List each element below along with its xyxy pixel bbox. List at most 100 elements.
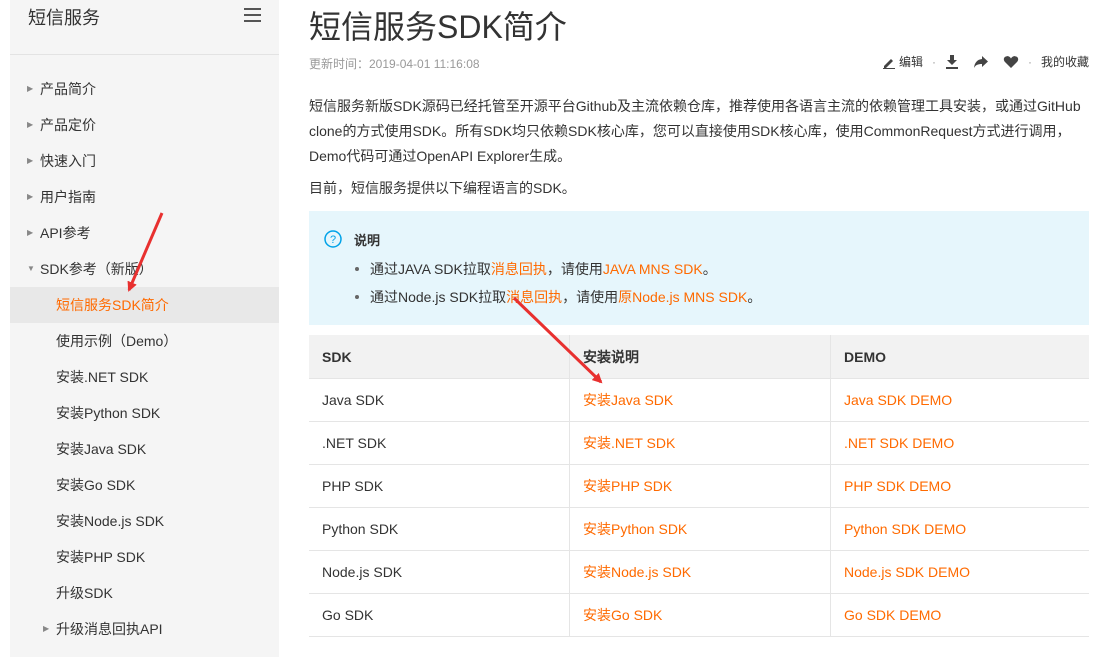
separator-dot: ·: [1027, 54, 1032, 69]
sdk-name: Java SDK: [309, 378, 570, 422]
sdk-table: SDK 安装说明 DEMO Java SDK 安装Java SDK Java SDK…: [309, 335, 1089, 637]
sidebar-item-label: 快速入门: [40, 153, 96, 169]
sidebar-item-label: 安装PHP SDK: [56, 549, 146, 565]
note-text: 通过JAVA SDK拉取: [370, 261, 491, 277]
table-row: Java SDK 安装Java SDK Java SDK DEMO: [309, 378, 1089, 422]
sidebar-item-label: 产品简介: [40, 81, 96, 97]
install-link[interactable]: 安装Python SDK: [569, 507, 831, 551]
hamburger-menu-icon[interactable]: [244, 8, 261, 26]
note-text: 通过Node.js SDK拉取: [370, 289, 507, 305]
help-circle-icon: ?: [324, 230, 342, 248]
demo-link[interactable]: Java SDK DEMO: [830, 378, 1089, 422]
intro-paragraph: 短信服务新版SDK源码已经托管至开源平台Github及主流依赖仓库，推荐使用各语…: [309, 98, 1081, 164]
sidebar-item-label: 安装Node.js SDK: [56, 513, 165, 529]
column-header: 安装说明: [569, 335, 831, 379]
list-item: 通过Node.js SDK拉取消息回执，请使用原Node.js MNS SDK。: [355, 283, 761, 311]
sidebar-item-demo[interactable]: 使用示例（Demo）: [10, 323, 279, 359]
table-row: Node.js SDK 安装Node.js SDK Node.js SDK DEMO: [309, 550, 1089, 594]
note-title: 说明: [354, 233, 381, 248]
download-button[interactable]: [945, 54, 959, 69]
table-row: Python SDK 安装Python SDK Python SDK DEMO: [309, 507, 1089, 551]
note-box: ? 说明 通过JAVA SDK拉取消息回执，请使用JAVA MNS SDK。 通…: [309, 211, 1089, 325]
caret-right-icon: ▶: [27, 120, 34, 129]
svg-text:?: ?: [330, 234, 336, 246]
column-header: SDK: [309, 335, 570, 379]
demo-link[interactable]: Node.js SDK DEMO: [830, 550, 1089, 594]
caret-right-icon: ▶: [43, 624, 50, 633]
separator-dot: ·: [931, 54, 936, 69]
sidebar-item-label: 使用示例（Demo）: [56, 333, 178, 349]
sidebar-item-sdk-reference[interactable]: ▼ SDK参考（新版）: [10, 251, 279, 287]
sidebar-item-label: 产品定价: [40, 117, 96, 133]
pencil-icon: [882, 58, 895, 69]
message-receipt-link[interactable]: 消息回执: [491, 261, 547, 277]
note-text: ，请使用: [562, 289, 619, 305]
demo-link[interactable]: PHP SDK DEMO: [830, 464, 1089, 508]
column-header: DEMO: [830, 335, 1089, 379]
sidebar-item-label: 升级SDK: [56, 585, 113, 601]
edit-button[interactable]: 编辑: [882, 53, 923, 70]
caret-right-icon: ▶: [27, 156, 34, 165]
my-favorites-link[interactable]: 我的收藏: [1041, 53, 1089, 70]
caret-right-icon: ▶: [27, 228, 34, 237]
sidebar-item-upgrade-receipt-api[interactable]: ▶ 升级消息回执API: [10, 611, 279, 647]
caret-down-icon: ▼: [27, 264, 35, 273]
install-link[interactable]: 安装Node.js SDK: [569, 550, 831, 594]
sidebar-item-label: 安装.NET SDK: [56, 369, 149, 385]
sidebar-item-install-python[interactable]: 安装Python SDK: [10, 395, 279, 431]
note-text: 。: [702, 261, 717, 277]
edit-label: 编辑: [898, 55, 923, 69]
page-title: 短信服务SDK简介: [309, 9, 567, 45]
sidebar-item-label: 升级消息回执API: [56, 621, 163, 637]
doc-toolbar: 编辑 · · 我的收藏: [882, 53, 1089, 70]
sidebar-title[interactable]: 短信服务: [28, 4, 100, 30]
sidebar-item-api-reference[interactable]: ▶ API参考: [10, 215, 279, 251]
sdk-name: .NET SDK: [309, 421, 570, 465]
demo-link[interactable]: .NET SDK DEMO: [830, 421, 1089, 465]
demo-link[interactable]: Go SDK DEMO: [830, 593, 1089, 637]
sdk-name: Go SDK: [309, 593, 570, 637]
table-row: PHP SDK 安装PHP SDK PHP SDK DEMO: [309, 464, 1089, 508]
heart-icon: [1003, 55, 1019, 68]
table-header-row: SDK 安装说明 DEMO: [309, 335, 1089, 379]
sidebar-item-user-guide[interactable]: ▶ 用户指南: [10, 179, 279, 215]
sidebar-item-install-nodejs[interactable]: 安装Node.js SDK: [10, 503, 279, 539]
sidebar-item-install-net[interactable]: 安装.NET SDK: [10, 359, 279, 395]
sdk-name: Python SDK: [309, 507, 570, 551]
java-mns-sdk-link[interactable]: JAVA MNS SDK: [603, 261, 703, 277]
note-text: ，请使用: [546, 261, 603, 277]
sidebar-item-install-php[interactable]: 安装PHP SDK: [10, 539, 279, 575]
caret-right-icon: ▶: [27, 84, 34, 93]
lead-paragraph: 目前，短信服务提供以下编程语言的SDK。: [309, 180, 576, 196]
message-receipt-link[interactable]: 消息回执: [506, 289, 562, 305]
demo-link[interactable]: Python SDK DEMO: [830, 507, 1089, 551]
caret-right-icon: ▶: [27, 192, 34, 201]
sidebar-nav: ▶ 产品简介 ▶ 产品定价 ▶ 快速入门 ▶ 用户指南 ▶ API参考 ▼ SDK参考（新版…: [10, 71, 279, 647]
note-list: 通过JAVA SDK拉取消息回执，请使用JAVA MNS SDK。 通过Node…: [355, 255, 761, 311]
install-link[interactable]: 安装Java SDK: [569, 378, 831, 422]
sdk-name: PHP SDK: [309, 464, 570, 508]
favorite-button[interactable]: [1003, 55, 1019, 69]
install-link[interactable]: 安装PHP SDK: [569, 464, 831, 508]
download-icon: [945, 55, 958, 69]
sidebar-item-pricing[interactable]: ▶ 产品定价: [10, 107, 279, 143]
sidebar-item-label: 安装Java SDK: [56, 441, 147, 457]
table-row: Go SDK 安装Go SDK Go SDK DEMO: [309, 593, 1089, 637]
list-item: 通过JAVA SDK拉取消息回执，请使用JAVA MNS SDK。: [355, 255, 761, 283]
sidebar-item-upgrade-sdk[interactable]: 升级SDK: [10, 575, 279, 611]
sidebar-item-label: 安装Python SDK: [56, 405, 161, 421]
nodejs-mns-sdk-link[interactable]: 原Node.js MNS SDK: [618, 289, 747, 305]
sidebar-item-product-intro[interactable]: ▶ 产品简介: [10, 71, 279, 107]
table-row: .NET SDK 安装.NET SDK .NET SDK DEMO: [309, 421, 1089, 465]
sidebar-item-install-java[interactable]: 安装Java SDK: [10, 431, 279, 467]
sidebar-item-install-go[interactable]: 安装Go SDK: [10, 467, 279, 503]
sidebar-header: 短信服务: [10, 0, 279, 55]
sidebar-item-label: API参考: [40, 225, 91, 241]
install-link[interactable]: 安装.NET SDK: [569, 421, 831, 465]
share-button[interactable]: [973, 55, 989, 69]
install-link[interactable]: 安装Go SDK: [569, 593, 831, 637]
share-icon: [973, 55, 988, 68]
sidebar-item-label: 用户指南: [40, 189, 96, 205]
sidebar-item-sdk-intro[interactable]: 短信服务SDK简介: [10, 287, 279, 323]
sidebar-item-quick-start[interactable]: ▶ 快速入门: [10, 143, 279, 179]
